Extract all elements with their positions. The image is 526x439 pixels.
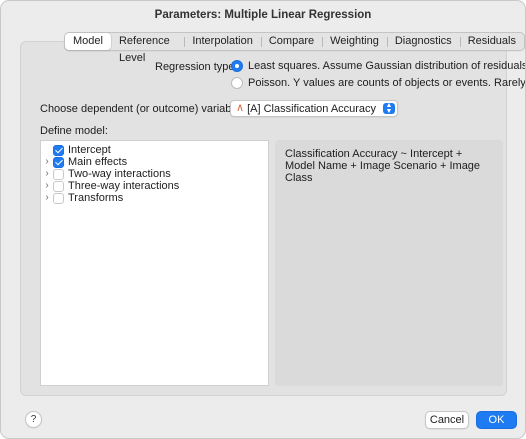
tab-diagnostics[interactable]: Diagnostics bbox=[386, 33, 460, 50]
tree-item-label: Intercept bbox=[68, 144, 111, 156]
model-tree: Intercept › Main effects › Two-way inter… bbox=[40, 140, 269, 386]
tree-item-label: Transforms bbox=[68, 192, 124, 204]
chevron-right-icon[interactable]: › bbox=[41, 168, 53, 180]
ok-button[interactable]: OK bbox=[476, 411, 517, 429]
tab-weighting[interactable]: Weighting bbox=[322, 33, 387, 50]
tree-item-two-way[interactable]: › Two-way interactions bbox=[41, 168, 171, 180]
tree-item-label: Main effects bbox=[68, 156, 128, 168]
tab-residuals[interactable]: Residuals bbox=[459, 33, 524, 50]
tree-item-label: Two-way interactions bbox=[68, 168, 171, 180]
help-button[interactable]: ? bbox=[25, 411, 42, 428]
radio-poisson-button[interactable] bbox=[231, 77, 243, 89]
model-formula: Classification Accuracy ~ Intercept + Mo… bbox=[285, 148, 481, 184]
radio-least-squares-button[interactable] bbox=[231, 60, 243, 72]
checkbox-transforms[interactable] bbox=[53, 192, 64, 204]
radio-poisson[interactable]: Poisson. Y values are counts of objects … bbox=[231, 77, 526, 89]
regression-type-label: Regression type: bbox=[155, 61, 238, 73]
window-title: Parameters: Multiple Linear Regression bbox=[154, 9, 372, 21]
tree-item-intercept[interactable]: Intercept bbox=[41, 144, 111, 156]
chevron-right-icon[interactable]: › bbox=[41, 180, 53, 192]
dependent-variable-value: [A] Classification Accuracy bbox=[247, 102, 377, 115]
tree-item-transforms[interactable]: › Transforms bbox=[41, 192, 123, 204]
dialog-window: Parameters: Multiple Linear Regression M… bbox=[0, 0, 526, 439]
tree-item-main-effects[interactable]: › Main effects bbox=[41, 156, 127, 168]
tab-compare[interactable]: Compare bbox=[260, 33, 322, 50]
checkbox-intercept[interactable] bbox=[53, 144, 64, 156]
tree-item-three-way[interactable]: › Three-way interactions bbox=[41, 180, 179, 192]
chevron-updown-icon: ▲ ▼ bbox=[383, 102, 395, 115]
checkbox-main-effects[interactable] bbox=[53, 156, 64, 168]
dependent-variable-label: Choose dependent (or outcome) variable (… bbox=[40, 103, 261, 115]
formula-panel: Classification Accuracy ~ Intercept + Mo… bbox=[275, 140, 503, 386]
checkbox-three-way[interactable] bbox=[53, 180, 64, 192]
triangle-icon: ∧ bbox=[236, 102, 245, 114]
tab-reference-level[interactable]: Reference Level bbox=[111, 33, 184, 64]
chevron-right-icon[interactable]: › bbox=[41, 156, 53, 168]
radio-poisson-label: Poisson. Y values are counts of objects … bbox=[248, 77, 526, 89]
cancel-button[interactable]: Cancel bbox=[425, 411, 469, 429]
chevron-right-icon[interactable]: › bbox=[41, 192, 53, 204]
checkbox-two-way[interactable] bbox=[53, 168, 64, 180]
radio-least-squares[interactable]: Least squares. Assume Gaussian distribut… bbox=[231, 60, 526, 72]
define-model-label: Define model: bbox=[40, 125, 108, 137]
tree-item-label: Three-way interactions bbox=[68, 180, 180, 192]
tab-bar: Model Reference Level Interpolation Comp… bbox=[64, 32, 525, 64]
tab-interpolation[interactable]: Interpolation bbox=[184, 33, 261, 50]
tab-model[interactable]: Model bbox=[65, 33, 111, 50]
radio-least-squares-label: Least squares. Assume Gaussian distribut… bbox=[248, 60, 526, 72]
dependent-variable-select[interactable]: ∧ [A] Classification Accuracy ▲ ▼ bbox=[230, 100, 398, 117]
